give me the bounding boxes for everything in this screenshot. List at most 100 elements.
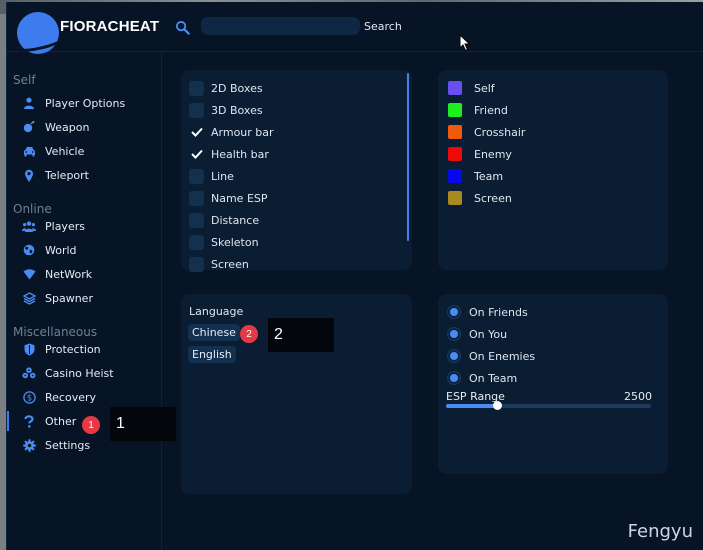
section-title-online: Online xyxy=(13,202,52,216)
radio-button[interactable] xyxy=(448,328,460,340)
sidebar-item-recovery[interactable]: $ Recovery xyxy=(7,386,161,408)
annotation-box-1: 1 xyxy=(110,407,176,441)
sidebar-item-teleport[interactable]: Teleport xyxy=(7,164,161,186)
sidebar-item-casino-heist[interactable]: Casino Heist xyxy=(7,362,161,384)
esp-option-label: Screen xyxy=(211,257,249,271)
color-label: Screen xyxy=(474,191,512,205)
checkbox[interactable] xyxy=(189,234,204,250)
checkbox[interactable] xyxy=(189,190,204,206)
checkbox-checked[interactable] xyxy=(189,147,204,162)
checkmark-icon xyxy=(190,127,203,137)
esp-option-screen[interactable]: Screen xyxy=(189,255,249,273)
target-option-on-team[interactable]: On Team xyxy=(448,369,517,387)
radio-button[interactable] xyxy=(448,372,460,384)
esp-option-label: 3D Boxes xyxy=(211,103,263,117)
layers-icon xyxy=(22,291,36,305)
esp-option-name-esp[interactable]: Name ESP xyxy=(189,189,268,207)
esp-targets-panel: On Friends On You On Enemies On Team ESP Ra… xyxy=(438,294,668,474)
search-button[interactable]: Search xyxy=(364,20,402,33)
sidebar: Self Player Options Weapon Vehicle Telep… xyxy=(7,52,176,550)
search-icon[interactable] xyxy=(175,20,190,35)
color-label: Crosshair xyxy=(474,125,526,139)
search-input[interactable] xyxy=(201,17,360,35)
esp-range-slider-thumb[interactable] xyxy=(493,401,503,410)
esp-option-label: Skeleton xyxy=(211,235,259,249)
section-title-miscellaneous: Miscellaneous xyxy=(13,325,98,339)
target-label: On Enemies xyxy=(469,349,536,363)
car-icon xyxy=(22,144,36,158)
color-item-self[interactable]: Self xyxy=(448,79,495,97)
color-item-enemy[interactable]: Enemy xyxy=(448,145,512,163)
wifi-icon xyxy=(22,267,36,281)
language-title: Language xyxy=(189,305,244,318)
esp-option-armour-bar[interactable]: Armour bar xyxy=(189,123,274,141)
sidebar-item-network[interactable]: NetWork xyxy=(7,263,161,285)
color-label: Enemy xyxy=(474,147,512,161)
color-item-team[interactable]: Team xyxy=(448,167,503,185)
esp-range-slider[interactable] xyxy=(446,401,651,410)
esp-option-distance[interactable]: Distance xyxy=(189,211,259,229)
annotation-badge-2: 2 xyxy=(240,325,258,343)
sidebar-item-vehicle[interactable]: Vehicle xyxy=(7,140,161,162)
color-item-friend[interactable]: Friend xyxy=(448,101,508,119)
users-icon xyxy=(22,219,36,233)
color-swatch[interactable] xyxy=(448,147,462,161)
question-icon xyxy=(22,414,36,428)
globe-icon xyxy=(22,243,36,257)
esp-option-label: Distance xyxy=(211,213,260,227)
esp-option-3d-boxes[interactable]: 3D Boxes xyxy=(189,101,263,119)
checkbox[interactable] xyxy=(189,168,204,184)
color-label: Team xyxy=(474,169,504,183)
checkbox[interactable] xyxy=(189,212,204,228)
esp-range-value: 2500 xyxy=(624,390,652,403)
esp-option-2d-boxes[interactable]: 2D Boxes xyxy=(189,79,263,97)
sidebar-item-spawner[interactable]: Spawner xyxy=(7,287,161,309)
sidebar-item-weapon[interactable]: Weapon xyxy=(7,116,161,138)
language-option-english[interactable]: English xyxy=(188,346,236,363)
color-item-screen[interactable]: Screen xyxy=(448,189,512,207)
color-label: Friend xyxy=(474,103,508,117)
target-option-on-friends[interactable]: On Friends xyxy=(448,303,528,321)
color-swatch[interactable] xyxy=(448,169,462,183)
sidebar-item-players[interactable]: Players xyxy=(7,215,161,237)
sidebar-item-protection[interactable]: Protection xyxy=(7,338,161,360)
color-swatch[interactable] xyxy=(448,191,462,205)
radio-button[interactable] xyxy=(448,350,460,362)
checkbox[interactable] xyxy=(189,102,204,118)
app-name: FIORACHEAT xyxy=(60,18,160,35)
radio-button[interactable] xyxy=(448,306,460,318)
esp-option-health-bar[interactable]: Health bar xyxy=(189,145,269,163)
target-option-on-you[interactable]: On You xyxy=(448,325,507,343)
color-swatch[interactable] xyxy=(448,103,462,117)
checkmark-icon xyxy=(190,149,203,159)
header: FIORACHEAT Search xyxy=(7,2,703,56)
bomb-icon xyxy=(22,120,36,134)
cheat-menu-window: FIORACHEAT Search Self Player Options We… xyxy=(6,2,703,550)
esp-option-label: Name ESP xyxy=(211,191,268,205)
user-icon xyxy=(22,96,36,110)
esp-option-skeleton[interactable]: Skeleton xyxy=(189,233,259,251)
gear-icon xyxy=(22,438,36,452)
color-swatch[interactable] xyxy=(448,81,462,95)
checkbox[interactable] xyxy=(189,80,204,96)
esp-option-label: Armour bar xyxy=(211,125,274,139)
color-item-crosshair[interactable]: Crosshair xyxy=(448,123,525,141)
target-label: On Team xyxy=(469,371,518,385)
target-option-on-enemies[interactable]: On Enemies xyxy=(448,347,535,365)
checkbox-checked[interactable] xyxy=(189,125,204,140)
color-swatch[interactable] xyxy=(448,125,462,139)
esp-options-panel: 2D Boxes 3D Boxes Armour bar Health bar Line… xyxy=(181,70,412,273)
sidebar-item-player-options[interactable]: Player Options xyxy=(7,92,161,114)
color-label: Self xyxy=(474,81,495,95)
watermark: Fengyu xyxy=(627,521,693,542)
annotation-box-2: 2 xyxy=(268,318,334,352)
dollar-icon: $ xyxy=(22,390,36,404)
language-option-chinese[interactable]: Chinese xyxy=(188,324,240,341)
esp-option-line[interactable]: Line xyxy=(189,167,234,185)
mouse-cursor-icon xyxy=(459,34,471,52)
esp-option-label: Line xyxy=(211,169,234,183)
sidebar-item-world[interactable]: World xyxy=(7,239,161,261)
target-label: On Friends xyxy=(469,305,528,319)
esp-options-scrollbar[interactable] xyxy=(407,73,409,241)
checkbox[interactable] xyxy=(189,256,204,272)
